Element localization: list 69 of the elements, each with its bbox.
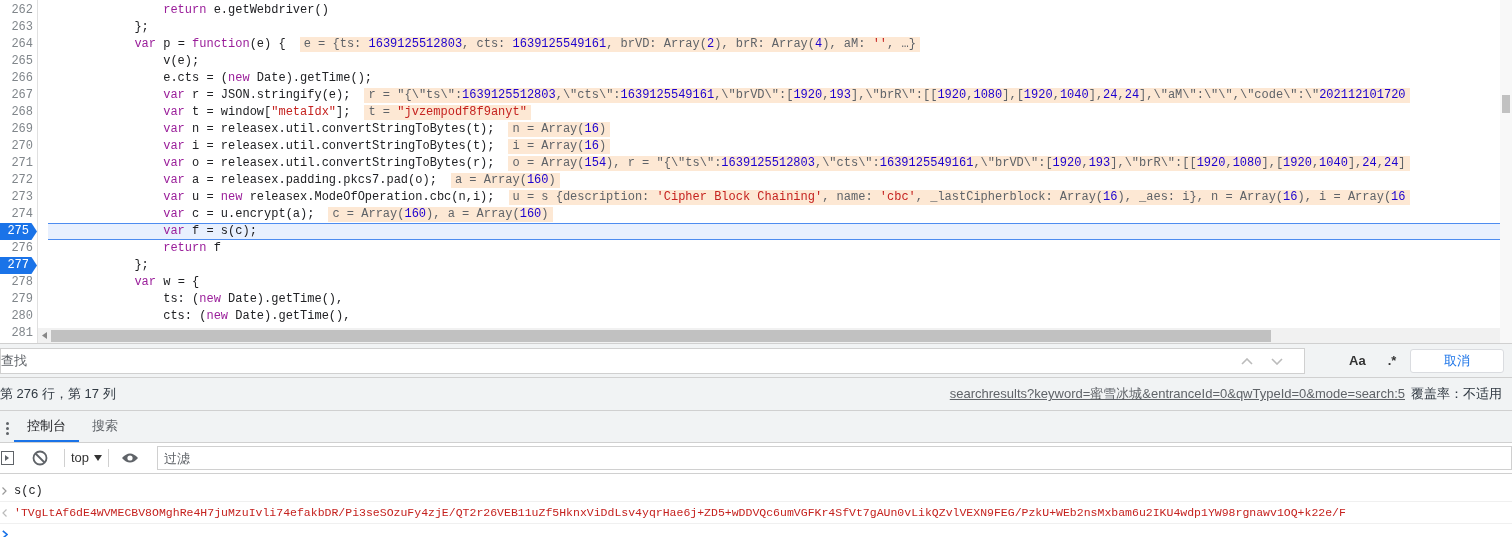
- code-line: cts: (new Date).getTime(),: [162, 309, 351, 324]
- code-line: };: [133, 258, 149, 273]
- filter-field[interactable]: 过滤: [157, 446, 1512, 470]
- line-number[interactable]: 267: [0, 87, 37, 104]
- scroll-left-icon[interactable]: [42, 332, 47, 339]
- clear-console-icon[interactable]: [32, 450, 48, 466]
- match-case-button[interactable]: Aa: [1341, 350, 1374, 371]
- code-line: var f = s(c);: [162, 224, 257, 239]
- inline-value: u = s {description: 'Cipher Block Chaining', name: 'cbc', _lastCipherblock: Array(16), _aes: i}, n = Array(16), i = Array(16: [508, 190, 1410, 205]
- line-number[interactable]: 279: [0, 291, 37, 308]
- line-number[interactable]: 276: [0, 240, 37, 257]
- eye-icon[interactable]: [121, 452, 140, 464]
- drawer-tab[interactable]: 搜索: [79, 412, 131, 442]
- prompt-chevron-icon[interactable]: [2, 529, 8, 537]
- line-number[interactable]: 270: [0, 138, 37, 155]
- code-line: var u = new releasex.ModeOfOperation.cbc(n,i);: [162, 190, 495, 205]
- inline-value: r = "{\"ts\":1639125512803,\"cts\":1639125549161,\"brVD\":[1920,193],\"brR\":[[1920,1080],[1920,1040],24,24],\"aM\":\"\",\"code\":\"202112101720: [364, 88, 1410, 103]
- line-number[interactable]: 275: [0, 223, 37, 240]
- code-line: var a = releasex.padding.pkcs7.pad(o);: [162, 173, 437, 188]
- line-number[interactable]: 268: [0, 104, 37, 121]
- line-number[interactable]: 262: [0, 2, 37, 19]
- line-number[interactable]: 278: [0, 274, 37, 291]
- caret-icon: [94, 455, 103, 461]
- line-number[interactable]: 273: [0, 189, 37, 206]
- source-link[interactable]: searchresults?keyword=蜜雪冰城&entranceId=0&qwTypeId=0&mode=search:5: [949, 384, 1405, 404]
- sidebar-toggle-icon[interactable]: [1, 451, 14, 465]
- regex-button[interactable]: .*: [1383, 350, 1401, 371]
- inline-value: a = Array(160): [450, 173, 560, 188]
- line-number[interactable]: 265: [0, 53, 37, 70]
- code-line: v(e);: [162, 54, 200, 69]
- code-line: var n = releasex.util.convertStringToBytes(t);: [162, 122, 495, 137]
- cursor-position: 第 276 行，第 17 列: [0, 385, 116, 404]
- line-number[interactable]: 272: [0, 172, 37, 189]
- code-line: var r = JSON.stringify(e);: [162, 88, 351, 103]
- inline-value: e = {ts: 1639125512803, cts: 1639125549161, brVD: Array(2), brR: Array(4), aM: '', …}: [299, 37, 920, 52]
- console-result-text: 'TVgLtAf6dE4WVMECBV8OMghRe4H7juMzuIvli74efakbDR/Pi3seSOzuFy4zjE/QT2r26VEB11uZf5HknxViDdLsv4yqrHae6j+ZD5+wDDVQc6umVGFKr4SfVt7gAUn0vLikQZvlVEXN9FEG/PzkU+WEb2nsMxbam6u2IKU4wdp1YW98rgnawv1OQ+k22e/F: [14, 504, 1346, 521]
- code-line: e.cts = (new Date).getTime();: [162, 71, 373, 86]
- console-input-text: s(c): [14, 482, 43, 500]
- line-number[interactable]: 264: [0, 36, 37, 53]
- coverage-label: 覆盖率：不适用: [1411, 385, 1502, 404]
- inline-value: t = "jvzempodf8f9anyt": [364, 105, 531, 120]
- line-number[interactable]: 269: [0, 121, 37, 138]
- code-line: var i = releasex.util.convertStringToBytes(t);: [162, 139, 495, 154]
- input-chevron-icon: [2, 486, 7, 495]
- cancel-button[interactable]: 取消: [1410, 348, 1504, 373]
- line-number[interactable]: 271: [0, 155, 37, 172]
- horizontal-scrollbar[interactable]: [38, 328, 1500, 343]
- inline-value: n = Array(16): [508, 122, 611, 137]
- line-number[interactable]: 280: [0, 308, 37, 325]
- code-line: var o = releasex.util.convertStringToBytes(r);: [162, 156, 495, 171]
- result-chevron-icon: [2, 508, 7, 517]
- context-dropdown[interactable]: top: [65, 448, 109, 468]
- vertical-scrollbar[interactable]: [1500, 0, 1512, 343]
- code-line: var c = u.encrypt(a);: [162, 207, 315, 222]
- line-number[interactable]: 263: [0, 19, 37, 36]
- line-number[interactable]: 281: [0, 325, 37, 342]
- code-line: return f: [162, 241, 221, 256]
- code-line: var p = function(e) {: [133, 37, 286, 52]
- inline-value: i = Array(16): [508, 139, 611, 154]
- inline-value: c = Array(160), a = Array(160): [328, 207, 553, 222]
- inline-value: o = Array(154), r = "{\"ts\":1639125512803,\"cts\":1639125549161,\"brVD\":[1920,193],\"brR\":[[1920,1080],[1920,1040],24,24]: [508, 156, 1410, 171]
- line-number[interactable]: 266: [0, 70, 37, 87]
- line-number[interactable]: 274: [0, 206, 37, 223]
- code-line: };: [133, 20, 149, 35]
- code-line: return e.getWebdriver(): [162, 3, 329, 18]
- code-line: var t = window["metaIdx"];: [162, 105, 351, 120]
- line-number[interactable]: 277: [0, 257, 37, 274]
- code-line: ts: (new Date).getTime(),: [162, 292, 344, 307]
- code-line: var w = {: [133, 275, 200, 290]
